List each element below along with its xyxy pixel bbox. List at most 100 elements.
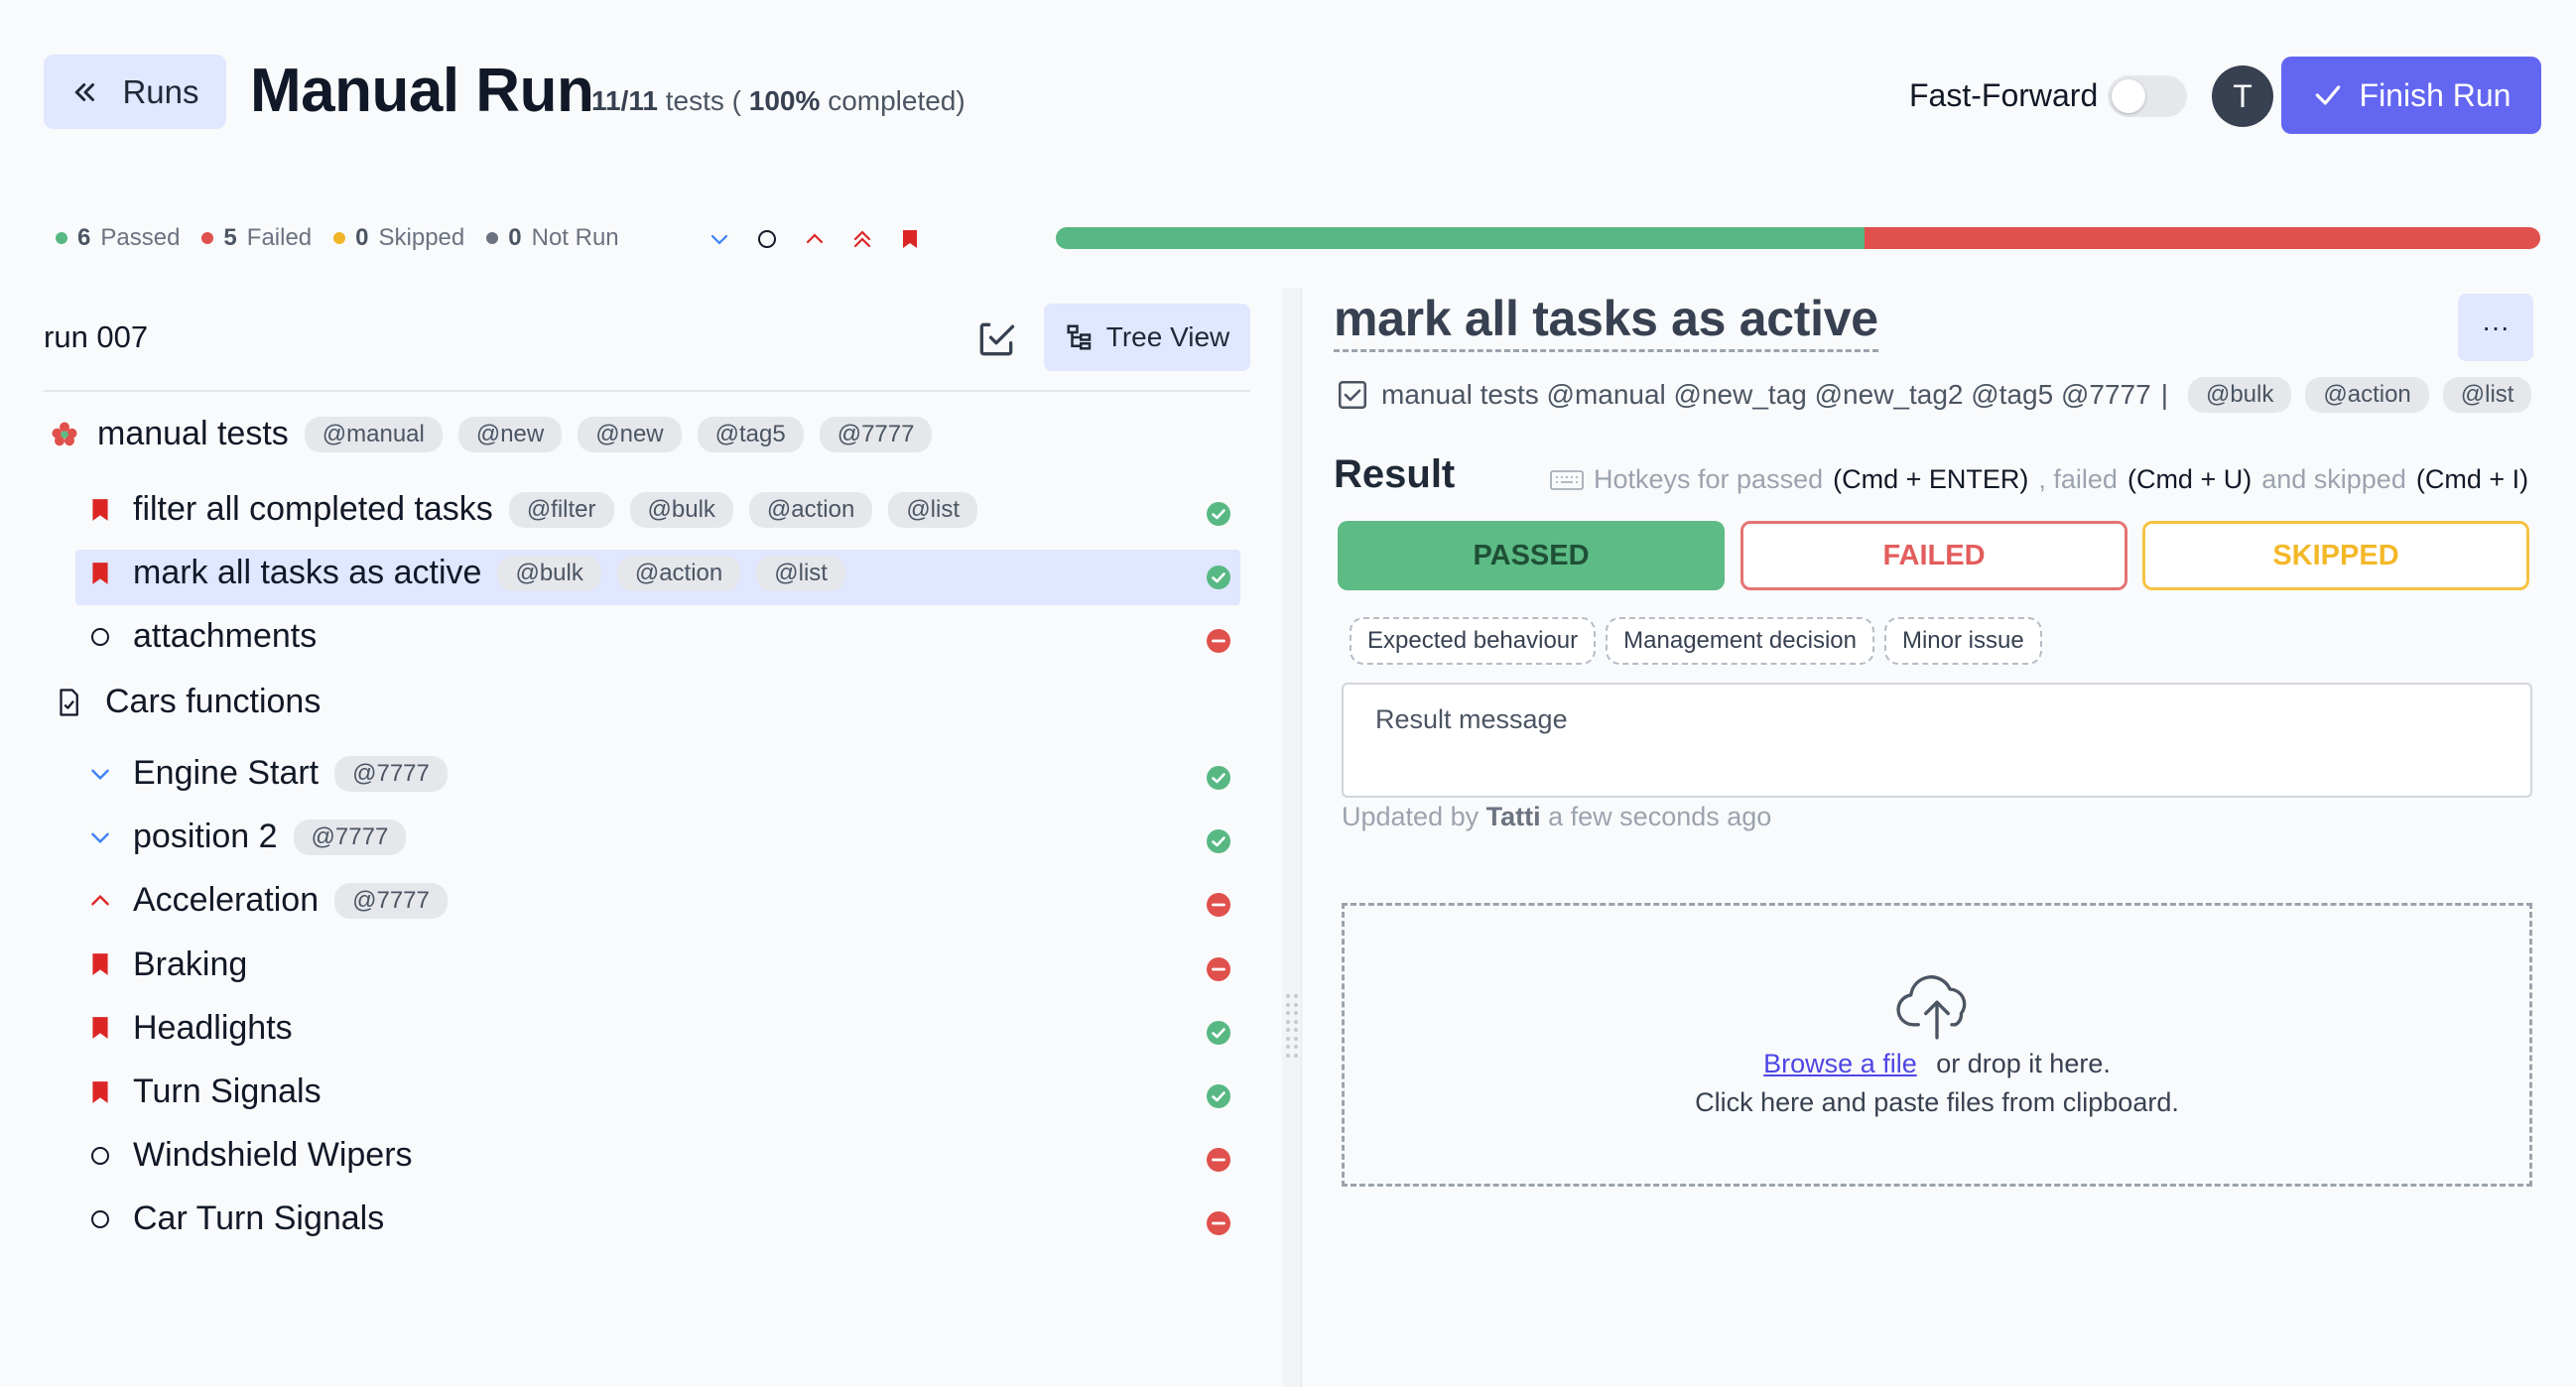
suite-cars-functions[interactable]: Cars functions [54, 683, 321, 721]
skipped-button[interactable]: SKIPPED [2142, 521, 2529, 590]
test-row[interactable]: Acceleration @7777 [85, 881, 448, 920]
test-row[interactable]: Turn Signals [85, 1072, 322, 1111]
failed-status-icon [1207, 629, 1230, 653]
updated-user: Tatti [1485, 802, 1541, 831]
chevron-down-icon[interactable] [707, 226, 732, 252]
skipped-count: 0 [355, 224, 369, 251]
passed-button[interactable]: PASSED [1338, 521, 1725, 590]
tag[interactable]: @new [457, 416, 563, 452]
flower-icon [50, 419, 79, 450]
checkbox-icon [1338, 380, 1367, 410]
fast-forward-label: Fast-Forward [1909, 77, 2099, 113]
passed-status-icon [1207, 829, 1230, 854]
tag[interactable]: @7777 [819, 416, 933, 452]
skipped-stat[interactable]: 0 Skipped [333, 224, 464, 252]
chip-minor-issue[interactable]: Minor issue [1883, 617, 2042, 665]
tag[interactable]: @7777 [334, 882, 448, 919]
quick-reasons: Expected behaviour Management decision M… [1350, 617, 2042, 665]
progress-bar [1056, 227, 2540, 249]
tag[interactable]: @action [616, 555, 741, 591]
select-tests-button[interactable] [974, 317, 1018, 361]
bookmark-icon [85, 496, 115, 524]
percent-complete: 100% [748, 85, 821, 116]
test-name: Acceleration [133, 881, 320, 920]
circle-icon[interactable] [754, 226, 780, 252]
suite-manual-tests[interactable]: manual tests @manual @new @new @tag5 @77… [50, 415, 933, 453]
test-row[interactable]: Car Turn Signals [85, 1199, 384, 1238]
tag[interactable]: @bulk [629, 491, 733, 528]
notrun-stat[interactable]: 0 Not Run [486, 224, 619, 252]
tag[interactable]: @filter [508, 491, 614, 528]
tag[interactable]: @list [2442, 377, 2532, 413]
test-row[interactable]: Braking [85, 946, 247, 984]
tag[interactable]: @list [888, 491, 978, 528]
failed-status-icon [1207, 956, 1230, 981]
tag[interactable]: @manual [304, 416, 443, 452]
test-row[interactable]: Engine Start @7777 [85, 754, 448, 793]
result-message-input[interactable]: Result message [1342, 683, 2532, 798]
test-name: position 2 [133, 818, 278, 856]
tag[interactable]: @bulk [497, 555, 601, 591]
test-row[interactable]: attachments [85, 617, 317, 656]
tag[interactable]: @bulk [2187, 377, 2292, 413]
test-row[interactable]: Windshield Wipers [85, 1136, 413, 1175]
browse-file-link[interactable]: Browse a file [1763, 1049, 1917, 1078]
more-options-button[interactable]: ··· [2458, 294, 2533, 361]
double-chevron-up-icon[interactable] [849, 226, 875, 252]
tag[interactable]: @list [756, 555, 845, 591]
finish-run-button[interactable]: Finish Run [2281, 57, 2541, 134]
failed-button[interactable]: FAILED [1740, 521, 2127, 590]
chip-management-decision[interactable]: Management decision [1606, 617, 1874, 665]
progress-passed [1056, 227, 1866, 249]
hotkey-mid1: , failed [2038, 464, 2118, 494]
tag[interactable]: @new [578, 416, 682, 452]
test-row[interactable]: mark all tasks as active @bulk @action @lis… [85, 554, 845, 592]
fast-forward-toggle[interactable] [2108, 75, 2187, 117]
circle-icon [85, 1207, 115, 1231]
passed-status-icon [1207, 766, 1230, 790]
failed-stat[interactable]: 5 Failed [201, 224, 312, 252]
finish-run-label: Finish Run [2359, 76, 2512, 113]
test-name: Headlights [133, 1008, 293, 1047]
test-title[interactable]: mark all tasks as active [1334, 290, 1878, 352]
tests-word: tests ( [665, 85, 741, 116]
runs-back-button[interactable]: Runs [44, 55, 226, 129]
bookmark-icon[interactable] [897, 226, 923, 252]
run-name: run 007 [44, 319, 149, 354]
file-check-icon [54, 687, 83, 718]
panel-splitter[interactable] [1282, 288, 1302, 1387]
hotkey-skipped: (Cmd + I) [2415, 464, 2529, 494]
passed-stat[interactable]: 6 Passed [56, 224, 180, 252]
hotkey-prefix: Hotkeys for passed [1594, 464, 1824, 494]
test-row[interactable]: filter all completed tasks @filter @bulk @a… [85, 490, 978, 529]
runs-back-label: Runs [122, 72, 199, 110]
test-name: filter all completed tasks [133, 490, 493, 528]
suite-name: Cars functions [105, 683, 322, 720]
tag[interactable]: @7777 [293, 819, 407, 855]
file-dropzone[interactable]: Browse a file or drop it here. Click her… [1342, 903, 2532, 1187]
drag-handle-icon[interactable] [1286, 994, 1298, 1058]
tag[interactable]: @tag5 [697, 416, 804, 452]
bookmark-icon [85, 1014, 115, 1042]
tree-view-button[interactable]: Tree View [1044, 304, 1250, 371]
test-name: attachments [133, 617, 318, 655]
bookmark-icon [85, 560, 115, 587]
double-chevron-left-icon [75, 82, 95, 101]
chevron-up-icon[interactable] [802, 226, 828, 252]
failed-label: Failed [246, 224, 313, 251]
passed-label: Passed [100, 224, 181, 251]
toggle-knob [2112, 79, 2145, 113]
test-row[interactable]: position 2 @7777 [85, 818, 407, 856]
tag[interactable]: @action [2305, 377, 2429, 413]
avatar[interactable]: T [2212, 65, 2273, 127]
tag[interactable]: @action [748, 491, 873, 528]
chip-expected-behaviour[interactable]: Expected behaviour [1350, 617, 1597, 665]
test-row[interactable]: Headlights [85, 1009, 293, 1048]
test-name: Braking [133, 945, 248, 983]
skipped-label: Skipped [378, 224, 465, 251]
test-name: Turn Signals [133, 1072, 322, 1110]
tag[interactable]: @7777 [334, 755, 448, 792]
browse-line: Browse a file or drop it here. [1763, 1049, 2111, 1079]
test-meta: manual tests @manual @new_tag @new_tag2 … [1336, 377, 2532, 413]
result-heading: Result [1334, 452, 1456, 496]
